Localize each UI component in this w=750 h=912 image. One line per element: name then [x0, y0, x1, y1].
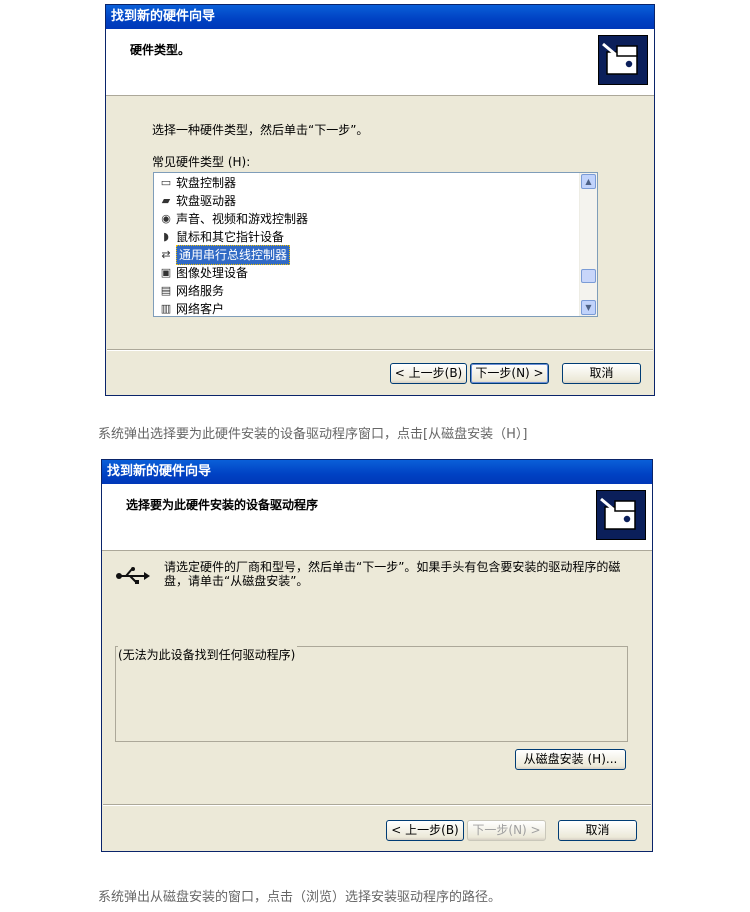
list-item[interactable]: ▥ 网络客户	[158, 300, 224, 316]
list-scrollbar[interactable]: ▲ ▼	[579, 173, 597, 316]
list-item-selected[interactable]: ⇄ 通用串行总线控制器	[158, 245, 291, 265]
list-item[interactable]: ▰ 软盘驱动器	[158, 192, 236, 210]
wizard-header-title: 选择要为此硬件安装的设备驱动程序	[126, 498, 319, 512]
list-item[interactable]: ◉ 声音、视频和游戏控制器	[158, 210, 308, 228]
caption-text-2: 系统弹出从磁盘安装的窗口，点击（浏览）选择安装驱动程序的路径。	[98, 890, 502, 905]
driver-list-box[interactable]: (无法为此设备找到任何驱动程序)	[115, 646, 628, 742]
wizard-window-select-driver: 找到新的硬件向导 选择要为此硬件安装的设备驱动程序 请选定硬件的厂商和型号，然后…	[101, 459, 653, 852]
window-title: 找到新的硬件向导	[102, 460, 652, 484]
back-button[interactable]: < 上一步(B)	[386, 820, 464, 841]
footer-separator	[107, 349, 653, 351]
scroll-thumb[interactable]	[581, 269, 596, 283]
hardware-wizard-icon	[598, 35, 648, 85]
hardware-wizard-icon	[596, 490, 646, 540]
list-item[interactable]: ▤ 网络服务	[158, 282, 224, 300]
next-button: 下一步(N) >	[467, 820, 546, 841]
instruction-text: 请选定硬件的厂商和型号，然后单击“下一步”。如果手头有包含要安装的驱动程序的磁盘…	[164, 560, 621, 588]
footer-separator	[103, 804, 651, 806]
wizard-header-title: 硬件类型。	[130, 43, 191, 57]
network-service-icon: ▤	[160, 284, 172, 297]
hardware-type-list[interactable]: ▭ 软盘控制器 ▰ 软盘驱动器 ◉ 声音、视频和游戏控制器 ◗ 鼠标和其它指针设…	[153, 172, 598, 317]
sound-icon: ◉	[161, 212, 171, 225]
mouse-icon: ◗	[163, 230, 169, 243]
network-client-icon: ▥	[160, 302, 172, 315]
cancel-button[interactable]: 取消	[558, 820, 637, 841]
next-button[interactable]: 下一步(N) >	[470, 363, 549, 384]
caption-text-1: 系统弹出选择要为此硬件安装的设备驱动程序窗口，点击[从磁盘安装（H）]	[98, 427, 528, 442]
wizard-header: 硬件类型。	[106, 29, 654, 96]
scroll-down-button[interactable]: ▼	[581, 300, 596, 315]
list-item[interactable]: ▣ 图像处理设备	[158, 264, 248, 282]
have-disk-button[interactable]: 从磁盘安装 (H)...	[515, 749, 626, 770]
floppy-drive-icon: ▰	[161, 194, 171, 207]
usb-icon: ⇄	[161, 248, 171, 261]
floppy-controller-icon: ▭	[160, 176, 172, 189]
imaging-icon: ▣	[160, 266, 172, 279]
window-title: 找到新的硬件向导	[106, 5, 654, 29]
usb-icon	[116, 566, 150, 591]
no-driver-message: (无法为此设备找到任何驱动程序)	[118, 646, 298, 663]
instruction-text: 选择一种硬件类型，然后单击“下一步”。	[152, 123, 369, 137]
wizard-header: 选择要为此硬件安装的设备驱动程序	[102, 484, 652, 551]
scroll-up-button[interactable]: ▲	[581, 174, 596, 189]
list-item[interactable]: ▭ 软盘控制器	[158, 174, 236, 192]
back-button[interactable]: < 上一步(B)	[390, 363, 467, 384]
list-label: 常见硬件类型 (H):	[152, 155, 251, 169]
cancel-button[interactable]: 取消	[562, 363, 641, 384]
list-item[interactable]: ◗ 鼠标和其它指针设备	[158, 228, 284, 246]
wizard-window-hardware-type: 找到新的硬件向导 硬件类型。 选择一种硬件类型，然后单击“下一步”。 常见硬件类…	[105, 4, 655, 396]
